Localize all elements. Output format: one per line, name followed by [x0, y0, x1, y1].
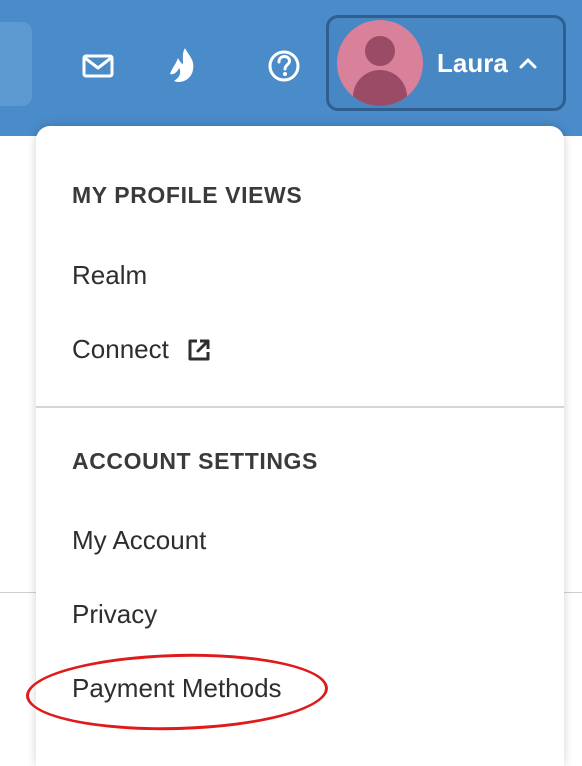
- menu-item-privacy[interactable]: Privacy: [72, 599, 157, 630]
- menu-item-label: Privacy: [72, 599, 158, 629]
- menu-item-realm[interactable]: Realm: [72, 260, 147, 291]
- avatar: [337, 20, 423, 106]
- help-icon[interactable]: [264, 46, 304, 86]
- section-header-account-settings: ACCOUNT SETTINGS: [72, 448, 318, 474]
- chevron-up-icon: [518, 56, 538, 70]
- user-dropdown-menu: MY PROFILE VIEWS Realm Connect ACCOUNT S…: [36, 126, 564, 766]
- menu-item-payment-methods[interactable]: Payment Methods: [72, 673, 282, 704]
- flame-icon[interactable]: [162, 46, 202, 86]
- menu-divider: [36, 406, 564, 408]
- menu-item-label: Realm: [72, 260, 148, 290]
- menu-item-my-account[interactable]: My Account: [72, 525, 206, 556]
- user-name: Laura: [437, 47, 508, 78]
- external-link-icon: [185, 336, 213, 364]
- mail-icon[interactable]: [78, 46, 118, 86]
- menu-item-connect[interactable]: Connect: [72, 334, 213, 365]
- menu-item-label: Payment Methods: [72, 673, 282, 703]
- user-menu-button[interactable]: Laura: [326, 15, 566, 111]
- top-navigation-bar: Laura: [0, 0, 582, 136]
- menu-item-label: Connect: [72, 334, 169, 364]
- menu-item-label: My Account: [72, 525, 207, 555]
- section-header-profile-views: MY PROFILE VIEWS: [72, 182, 303, 208]
- search-box-edge[interactable]: [0, 22, 32, 106]
